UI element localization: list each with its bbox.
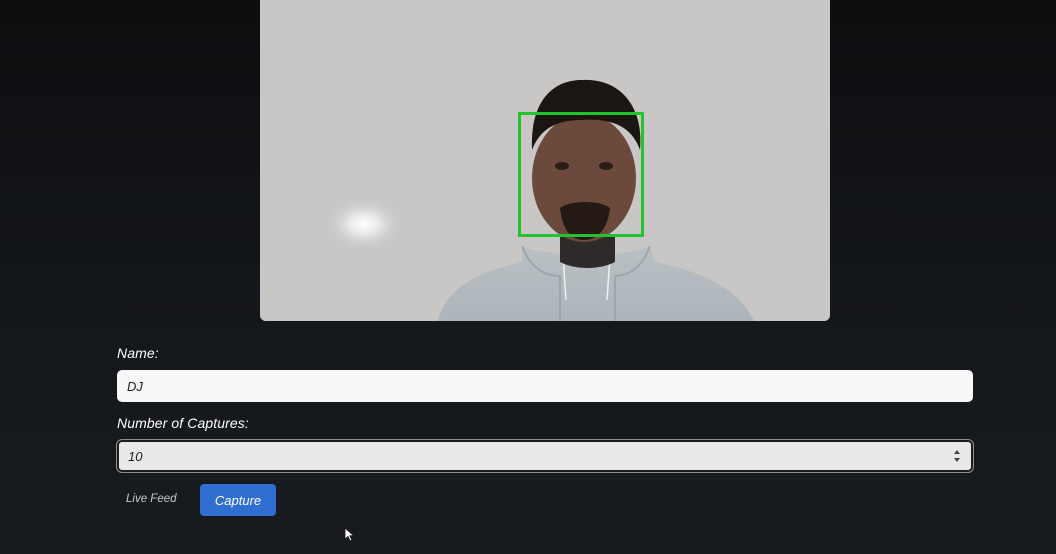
live-feed-link[interactable]: Live Feed bbox=[126, 493, 177, 505]
mouse-pointer-icon bbox=[345, 528, 355, 542]
increment-arrow-icon[interactable] bbox=[954, 450, 960, 454]
decrement-arrow-icon[interactable] bbox=[954, 458, 960, 462]
name-label: Name: bbox=[117, 345, 159, 361]
captures-field[interactable] bbox=[116, 439, 974, 473]
captures-label: Number of Captures: bbox=[117, 415, 249, 431]
capture-button[interactable]: Capture bbox=[200, 484, 276, 516]
camera-feed bbox=[260, 0, 830, 321]
camera-image bbox=[260, 0, 830, 321]
number-stepper-icon[interactable] bbox=[953, 447, 963, 465]
name-input[interactable] bbox=[117, 370, 973, 402]
captures-input[interactable] bbox=[119, 442, 939, 470]
face-capture-page: Name: Number of Captures: Live Feed Capt… bbox=[0, 0, 1056, 554]
ceiling-light bbox=[326, 198, 402, 250]
